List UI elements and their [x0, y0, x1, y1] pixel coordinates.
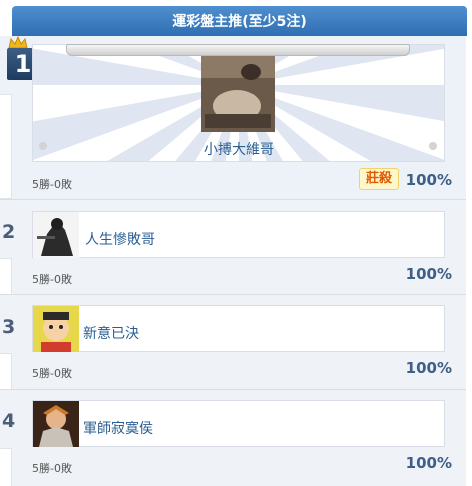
record-3: 5勝-0敗 — [32, 367, 72, 380]
avatar-3[interactable] — [33, 306, 79, 352]
win-rate-4: 100% — [405, 454, 452, 472]
avatar-2[interactable] — [33, 212, 79, 258]
record-1: 5勝-0敗 — [32, 178, 72, 191]
record-2: 5勝-0敗 — [32, 273, 72, 286]
rank-number-4: 4 — [2, 410, 16, 432]
user-card-2[interactable]: 人生慘敗哥 — [32, 211, 445, 258]
avatar-1[interactable] — [201, 56, 275, 132]
username-3[interactable]: 新意已決 — [83, 323, 139, 343]
username-4[interactable]: 軍師寂寞侯 — [83, 418, 153, 438]
avatar-4[interactable] — [33, 401, 79, 447]
row-left-tab — [0, 448, 12, 486]
username-2[interactable]: 人生慘敗哥 — [85, 229, 155, 249]
user-card-3[interactable]: 新意已決 — [32, 305, 445, 352]
row-left-tab — [0, 258, 12, 295]
record-4: 5勝-0敗 — [32, 462, 72, 475]
panel-header: 運彩盤主推(至少5注) — [12, 6, 467, 36]
username-1[interactable]: 小搏大維哥 — [204, 139, 274, 159]
panel-title: 運彩盤主推(至少5注) — [172, 14, 307, 30]
user-card-4[interactable]: 軍師寂寞侯 — [32, 400, 445, 447]
row-left-tab — [0, 94, 12, 199]
kill-badge: 莊殺 — [359, 168, 399, 190]
win-rate-2: 100% — [405, 265, 452, 283]
win-rate-1: 100% — [405, 171, 452, 189]
win-rate-3: 100% — [405, 359, 452, 377]
card-top-rail — [66, 44, 410, 56]
row-left-tab — [0, 353, 12, 390]
rank-number-3: 3 — [2, 316, 16, 338]
rank-number-2: 2 — [2, 221, 16, 243]
